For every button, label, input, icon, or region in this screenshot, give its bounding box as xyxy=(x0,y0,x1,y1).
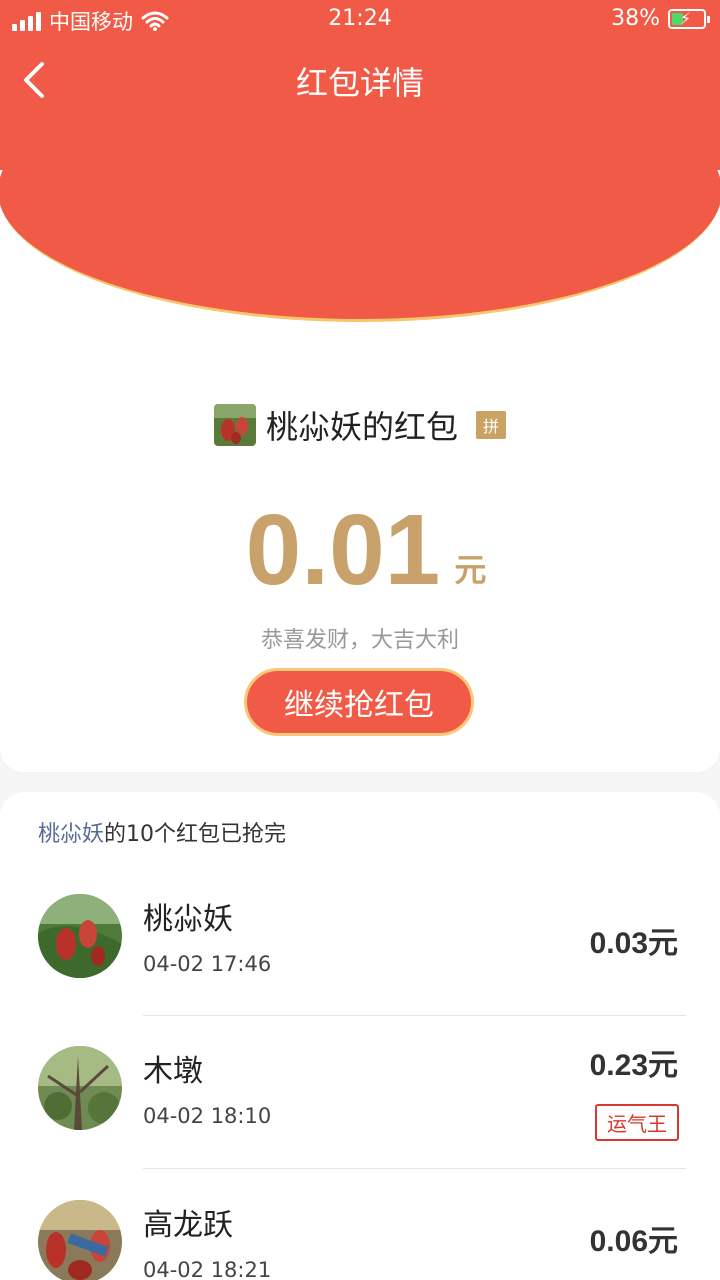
record-amount-unit: 元 xyxy=(648,1048,678,1083)
record-time: 04-02 17:46 xyxy=(143,952,272,976)
record-name: 高龙跃 xyxy=(143,1208,233,1243)
nav-bar: 红包详情 xyxy=(0,40,720,120)
record-amount: 0.23元 xyxy=(590,1040,678,1084)
sender-name: 桃尛妖的红包 xyxy=(265,408,458,446)
battery-icon: ⚡ xyxy=(668,8,710,29)
record-amount-value: 0.23 xyxy=(589,1049,648,1082)
divider xyxy=(143,1168,686,1169)
avatar xyxy=(38,1046,122,1130)
record-name: 桃尛妖 xyxy=(143,902,233,937)
group-badge: 拼 xyxy=(476,411,506,439)
sender-row: 桃尛妖的红包 拼 xyxy=(0,402,720,448)
page-title: 红包详情 xyxy=(295,64,424,102)
lucky-king-badge: 运气王 xyxy=(595,1104,679,1141)
owner-link[interactable]: 桃尛妖 xyxy=(38,822,104,847)
amount-row: 0.01 元 xyxy=(0,495,720,605)
record-amount-unit: 元 xyxy=(648,926,678,961)
charging-bolt-icon: ⚡ xyxy=(680,8,692,28)
records-summary: 桃尛妖的10个红包已抢完 xyxy=(38,816,286,848)
continue-grab-button[interactable]: 继续抢红包 xyxy=(244,668,474,736)
record-amount-value: 0.03 xyxy=(589,927,648,960)
avatar xyxy=(38,894,122,978)
status-bar: 中国移动 21:24 38% ⚡ xyxy=(0,0,720,40)
amount-unit: 元 xyxy=(454,551,487,589)
battery-percent: 38% xyxy=(611,6,660,31)
summary-text: 的10个红包已抢完 xyxy=(104,822,287,847)
record-amount: 0.06元 xyxy=(590,1216,678,1260)
received-amount: 0.01 xyxy=(245,494,441,606)
record-time: 04-02 18:21 xyxy=(143,1258,272,1280)
list-item[interactable]: 桃尛妖 04-02 17:46 0.03元 xyxy=(0,864,720,1016)
red-packet-detail-page: 中国移动 21:24 38% ⚡ 红包详情 桃尛妖的红包 拼 0.01 元 恭喜… xyxy=(0,0,720,1280)
records-card: 桃尛妖的10个红包已抢完 桃尛妖 04-02 17:46 0.03元 木墩 04… xyxy=(0,792,720,1280)
greeting-text: 恭喜发财，大吉大利 xyxy=(260,628,459,653)
record-amount: 0.03元 xyxy=(590,918,678,962)
record-name: 木墩 xyxy=(143,1054,203,1089)
avatar xyxy=(38,1200,122,1280)
record-amount-unit: 元 xyxy=(648,1224,678,1259)
list-item[interactable]: 高龙跃 04-02 18:21 0.06元 xyxy=(0,1170,720,1280)
list-item[interactable]: 木墩 04-02 18:10 0.23元 运气王 xyxy=(0,1016,720,1168)
sender-avatar xyxy=(213,404,256,446)
record-amount-value: 0.06 xyxy=(589,1225,648,1258)
record-time: 04-02 18:10 xyxy=(143,1104,272,1128)
status-right: 38% ⚡ xyxy=(611,6,710,31)
